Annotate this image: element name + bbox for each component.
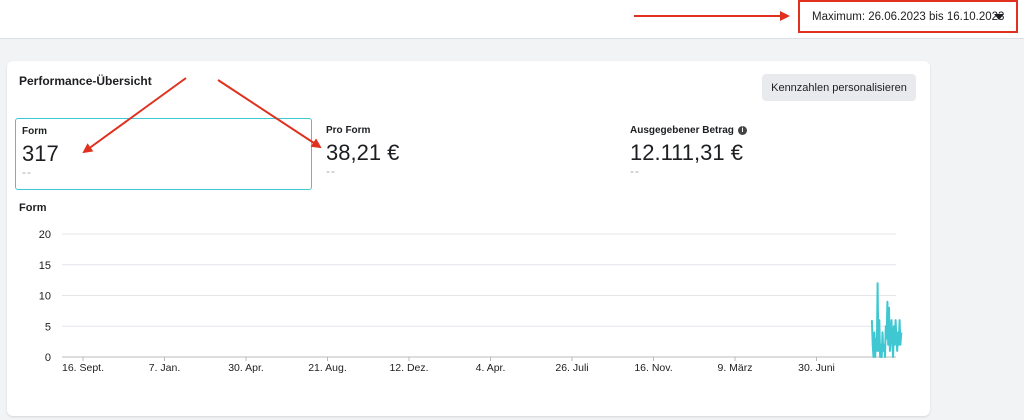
- y-tick-label: 5: [45, 321, 51, 333]
- y-tick-label: 10: [39, 291, 51, 303]
- series-line: [870, 282, 903, 358]
- x-tick-label: 7. Jan.: [149, 362, 181, 374]
- y-tick-label: 0: [45, 352, 51, 364]
- form-line-chart: 0 5 10 15 20 16. Sept. 7. Jan. 30. Apr. 21. Aug.…: [39, 229, 903, 374]
- x-tick-label: 21. Aug.: [308, 362, 347, 374]
- date-range-picker[interactable]: Maximum: 26.06.2023 bis 16.10.2023: [798, 0, 1018, 33]
- caret-down-icon: [994, 14, 1004, 20]
- performance-overview-card: Performance-Übersicht Kennzahlen persona…: [7, 61, 930, 416]
- y-tick-label: 15: [39, 260, 51, 272]
- x-tick-label: 16. Sept.: [62, 362, 104, 374]
- x-tick-label: 26. Juli: [555, 362, 588, 374]
- x-tick-label: 9. März: [717, 362, 752, 374]
- date-range-label: Maximum: 26.06.2023 bis 16.10.2023: [812, 10, 1005, 23]
- x-tick-label: 16. Nov.: [634, 362, 672, 374]
- x-tick-label: 4. Apr.: [476, 362, 506, 374]
- y-tick-label: 20: [39, 229, 51, 241]
- x-tick-label: 12. Dez.: [389, 362, 428, 374]
- x-tick-label: 30. Juni: [798, 362, 835, 374]
- x-tick-label: 30. Apr.: [228, 362, 264, 374]
